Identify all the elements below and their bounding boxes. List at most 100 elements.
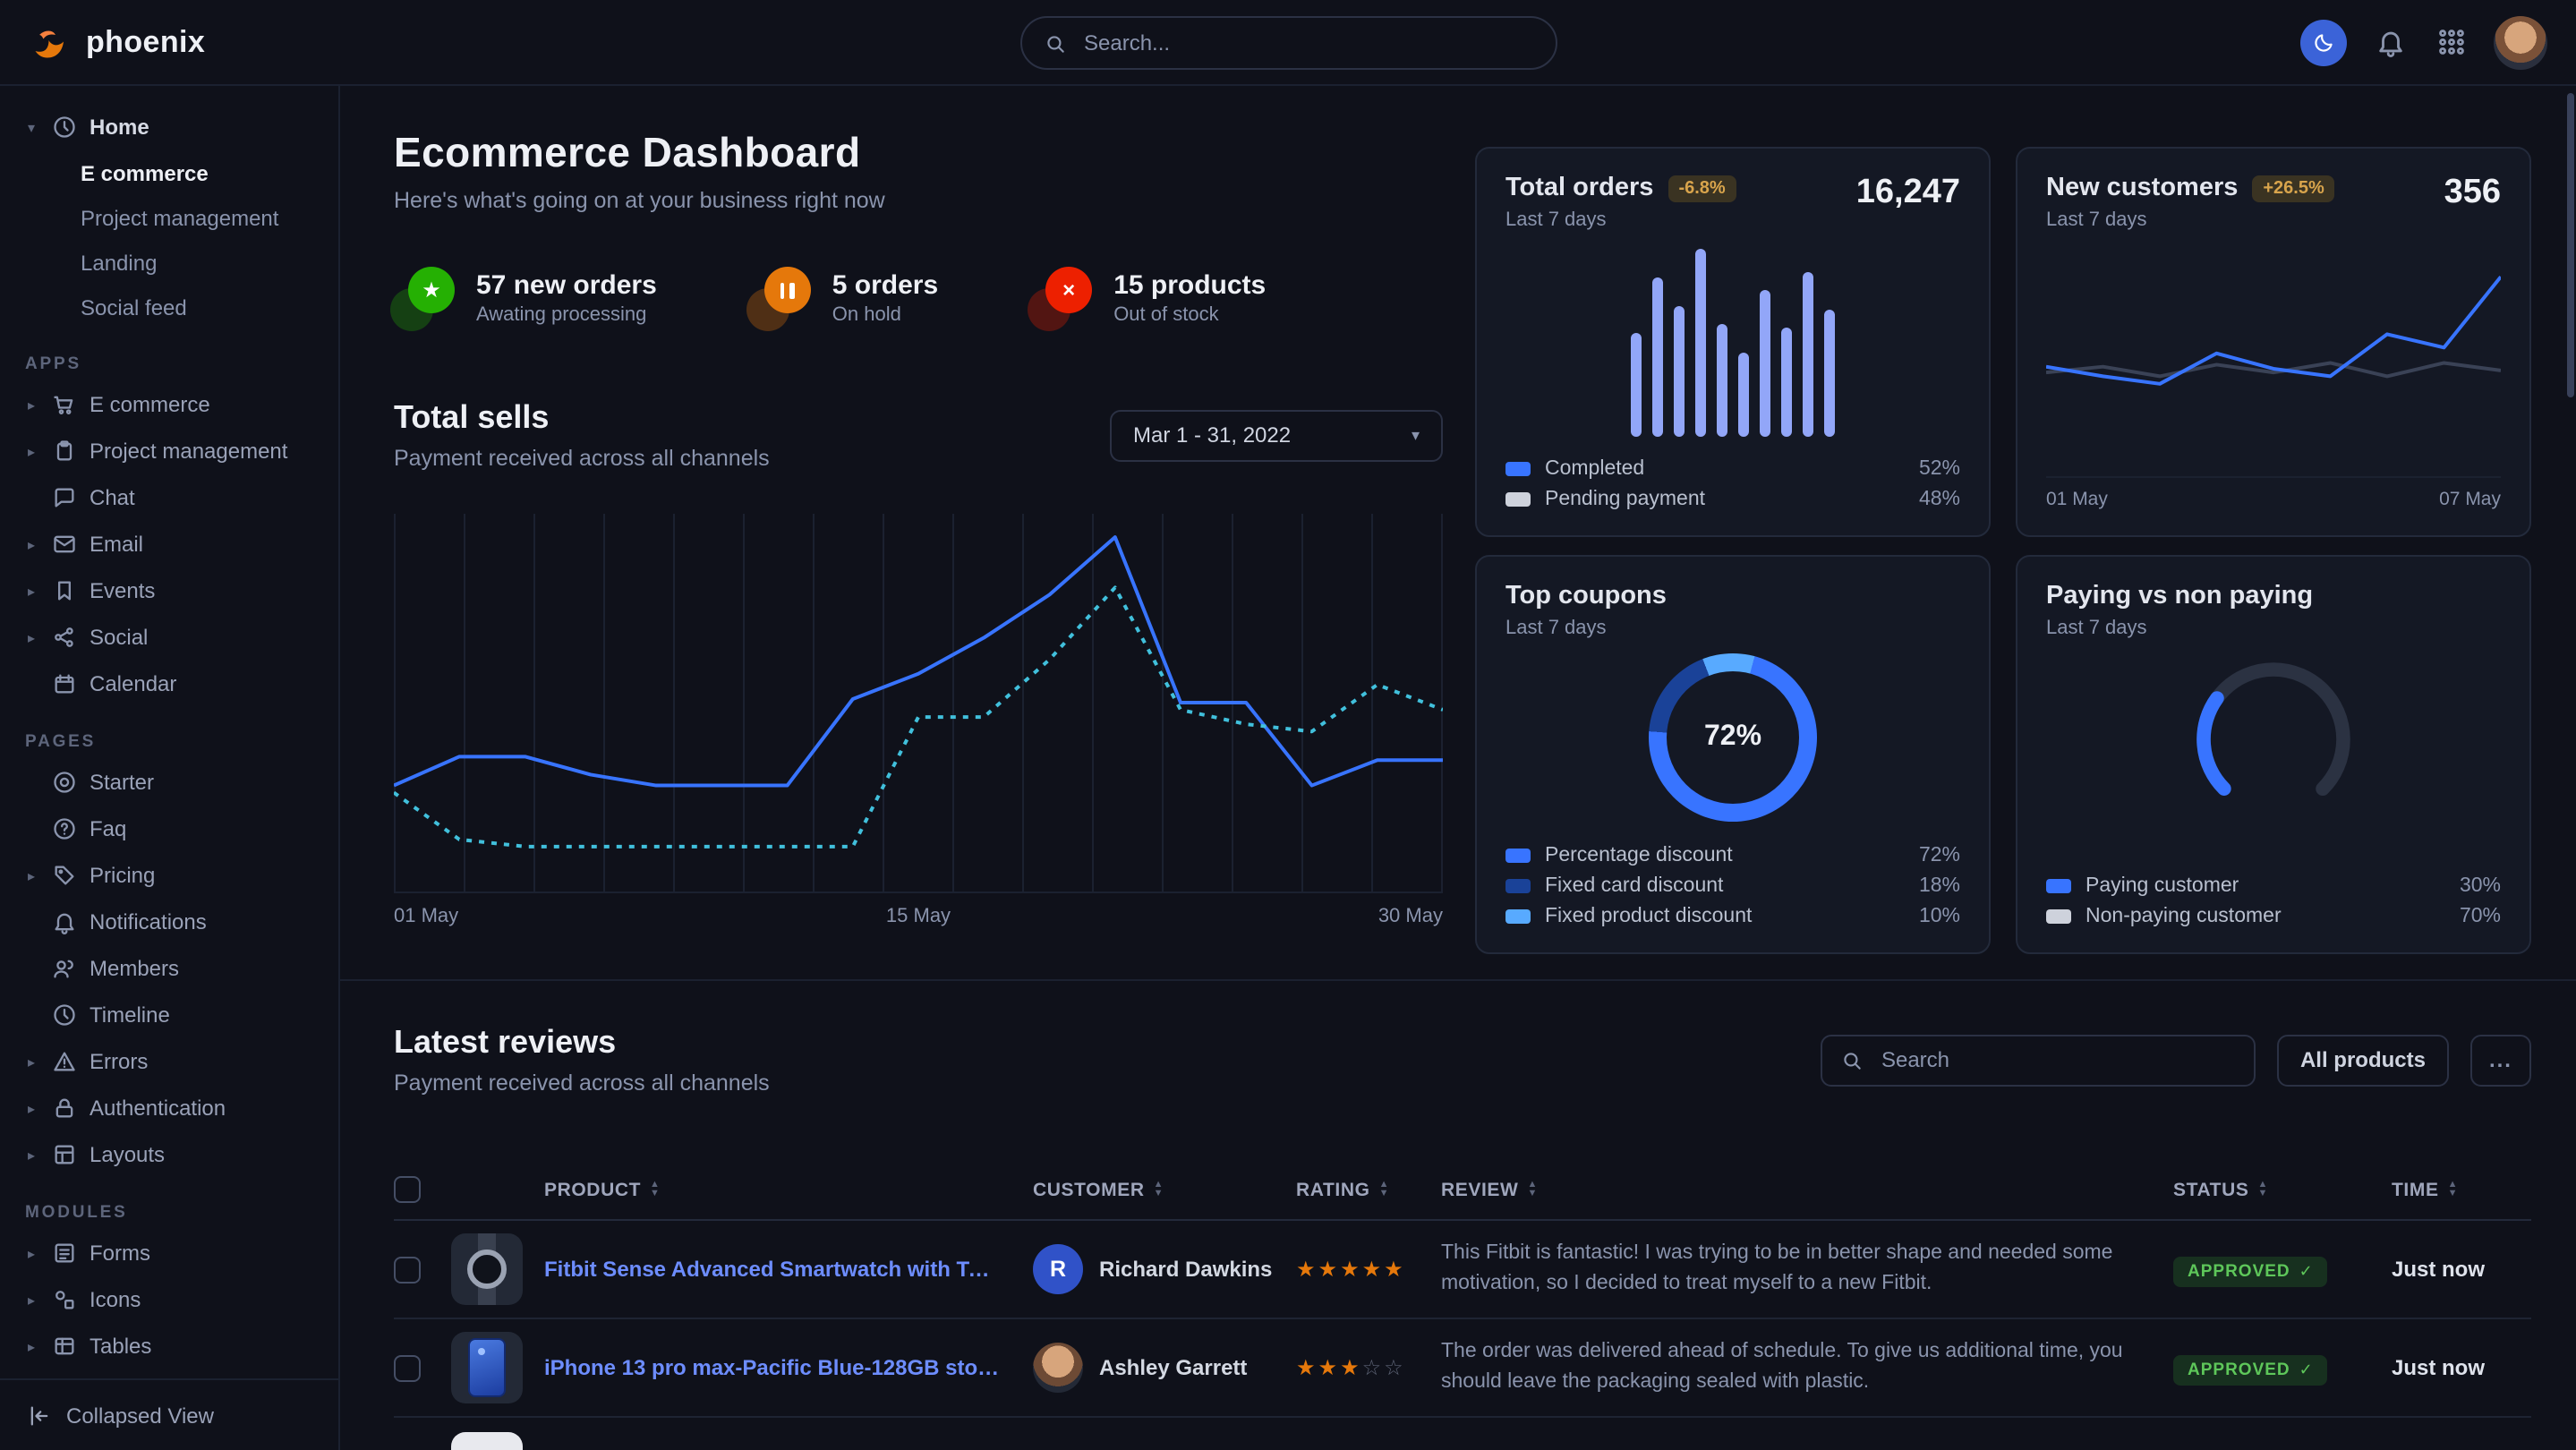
sidebar-item-icons[interactable]: ▸Icons	[0, 1276, 338, 1323]
review-time: Just now	[2392, 1355, 2531, 1380]
sidebar-item-starter[interactable]: Starter	[0, 759, 338, 806]
brand[interactable]: phoenix	[29, 21, 205, 64]
notifications-button[interactable]	[2372, 24, 2408, 60]
bar	[1760, 290, 1770, 437]
card-period: Last 7 days	[2046, 209, 2335, 231]
sidebar-item-home[interactable]: ▾ Home	[0, 104, 338, 150]
page-title: Ecommerce Dashboard	[394, 129, 1443, 177]
total-sells-subtitle: Payment received across all channels	[394, 446, 770, 471]
sidebar-subitem-social-feed[interactable]: Social feed	[0, 285, 338, 329]
date-range-select[interactable]: Mar 1 - 31, 2022 ▾	[1110, 409, 1443, 461]
column-header-customer[interactable]: CUSTOMER	[1033, 1179, 1296, 1200]
sidebar-item-forms[interactable]: ▸Forms	[0, 1230, 338, 1276]
star-icon: ★	[1296, 1257, 1318, 1282]
table-icon	[52, 1334, 77, 1359]
row-checkbox[interactable]	[394, 1354, 421, 1381]
more-options-button[interactable]: ...	[2470, 1034, 2531, 1086]
bar	[1738, 353, 1749, 438]
sidebar-item-layouts[interactable]: ▸Layouts	[0, 1131, 338, 1178]
sort-icon	[1154, 1181, 1164, 1198]
sidebar-item-errors[interactable]: ▸Errors	[0, 1038, 338, 1085]
sort-icon	[1379, 1181, 1390, 1198]
sort-icon	[2448, 1181, 2459, 1198]
product-thumbnail-smartwatch[interactable]	[451, 1233, 523, 1305]
sidebar-item-faq[interactable]: Faq	[0, 806, 338, 852]
latest-reviews-section: Latest reviews Payment received across a…	[394, 981, 2531, 1450]
top-coupons-donut-chart: 72%	[1506, 653, 1960, 822]
sidebar-subitem-landing[interactable]: Landing	[0, 240, 338, 285]
grid-icon	[2435, 27, 2466, 57]
phoenix-logo-icon	[29, 21, 72, 64]
sidebar-section-title-modules: MODULES	[0, 1203, 338, 1223]
app: phoenix ▾ Home E commerceProject managem…	[0, 0, 2576, 1450]
sidebar-item-calendar[interactable]: Calendar	[0, 661, 338, 707]
chevron-right-icon: ▸	[23, 1147, 39, 1163]
x-axis-labels: 01 May 07 May	[2046, 476, 2501, 510]
total-sells-title: Total sells	[394, 399, 770, 437]
reviews-title: Latest reviews	[394, 1024, 770, 1062]
collapsed-view-toggle[interactable]: Collapsed View	[0, 1378, 338, 1450]
sidebar-item-pricing[interactable]: ▸Pricing	[0, 852, 338, 899]
customer-cell: Ashley Garrett	[1033, 1343, 1296, 1393]
legend-item: Pending payment48%	[1506, 489, 1960, 510]
total-orders-value: 16,247	[1856, 174, 1960, 213]
review-text: This Fitbit is fantastic! I was trying t…	[1441, 1239, 2173, 1301]
apps-grid-button[interactable]	[2433, 24, 2469, 60]
sidebar-subitem-project-management[interactable]: Project management	[0, 195, 338, 240]
user-avatar[interactable]	[2494, 15, 2547, 69]
sidebar-item-timeline[interactable]: Timeline	[0, 992, 338, 1038]
table-row	[394, 1418, 2531, 1450]
card-title: Top coupons	[1506, 582, 1667, 610]
star-icon: ★	[1384, 1257, 1406, 1282]
global-search[interactable]	[1019, 16, 1557, 70]
sidebar-item-e-commerce[interactable]: ▸E commerce	[0, 381, 338, 428]
sidebar-item-social[interactable]: ▸Social	[0, 614, 338, 661]
stat-on-hold: 5 ordersOn hold	[750, 267, 938, 328]
donut-center-label: 72%	[1704, 721, 1761, 754]
sidebar-item-tables[interactable]: ▸Tables	[0, 1323, 338, 1369]
sidebar-item-events[interactable]: ▸Events	[0, 567, 338, 614]
column-header-review[interactable]: REVIEW	[1441, 1179, 2173, 1200]
sidebar-item-email[interactable]: ▸Email	[0, 521, 338, 567]
product-link[interactable]: Fitbit Sense Advanced Smartwatch with To…	[544, 1257, 1033, 1282]
star-icon: ★	[1296, 1355, 1318, 1380]
column-header-status[interactable]: STATUS	[2173, 1179, 2392, 1200]
product-thumbnail-iphone[interactable]	[451, 1332, 523, 1403]
sidebar-item-authentication[interactable]: ▸Authentication	[0, 1085, 338, 1131]
sidebar-item-notifications[interactable]: Notifications	[0, 899, 338, 945]
reviews-subtitle: Payment received across all channels	[394, 1070, 770, 1096]
table-body: Fitbit Sense Advanced Smartwatch with To…	[394, 1221, 2531, 1450]
global-search-input[interactable]	[1080, 29, 1533, 57]
page-subtitle: Here's what's going on at your business …	[394, 188, 1443, 213]
bar	[1674, 305, 1685, 437]
legend-item: Non-paying customer70%	[2046, 906, 2501, 927]
sidebar-section-title-pages: PAGES	[0, 732, 338, 752]
clock-icon	[52, 1002, 77, 1028]
chevron-right-icon: ▸	[23, 1053, 39, 1070]
scrollbar-thumb[interactable]	[2567, 93, 2574, 397]
legend-swatch	[1506, 909, 1531, 924]
status-badge: APPROVED✓	[2173, 1354, 2328, 1385]
x-axis-labels: 01 May 15 May 30 May	[394, 906, 1443, 927]
theme-toggle-button[interactable]	[2300, 19, 2347, 65]
reviews-search[interactable]	[1821, 1034, 2256, 1086]
star-icon: ★	[1340, 1257, 1362, 1282]
row-checkbox[interactable]	[394, 1256, 421, 1283]
product-link[interactable]: iPhone 13 pro max-Pacific Blue-128GB sto…	[544, 1355, 1033, 1380]
column-header-rating[interactable]: RATING	[1296, 1179, 1441, 1200]
select-all-checkbox[interactable]	[394, 1176, 421, 1203]
column-header-product[interactable]: PRODUCT	[544, 1179, 1033, 1200]
sidebar-item-chat[interactable]: Chat	[0, 474, 338, 521]
all-products-button[interactable]: All products	[2277, 1034, 2449, 1086]
sidebar-subitem-e-commerce[interactable]: E commerce	[0, 150, 338, 195]
column-header-time[interactable]: TIME	[2392, 1179, 2531, 1200]
page-scrollbar[interactable]	[2565, 86, 2576, 1450]
legend-swatch	[1506, 492, 1531, 507]
sidebar-item-project-management[interactable]: ▸Project management	[0, 428, 338, 474]
chevron-right-icon: ▸	[23, 397, 39, 413]
compass-icon	[52, 770, 77, 795]
reviews-search-input[interactable]	[1878, 1045, 2236, 1074]
product-thumbnail[interactable]	[451, 1431, 523, 1450]
legend-item: Paying customer30%	[2046, 875, 2501, 897]
sidebar-item-members[interactable]: Members	[0, 945, 338, 992]
